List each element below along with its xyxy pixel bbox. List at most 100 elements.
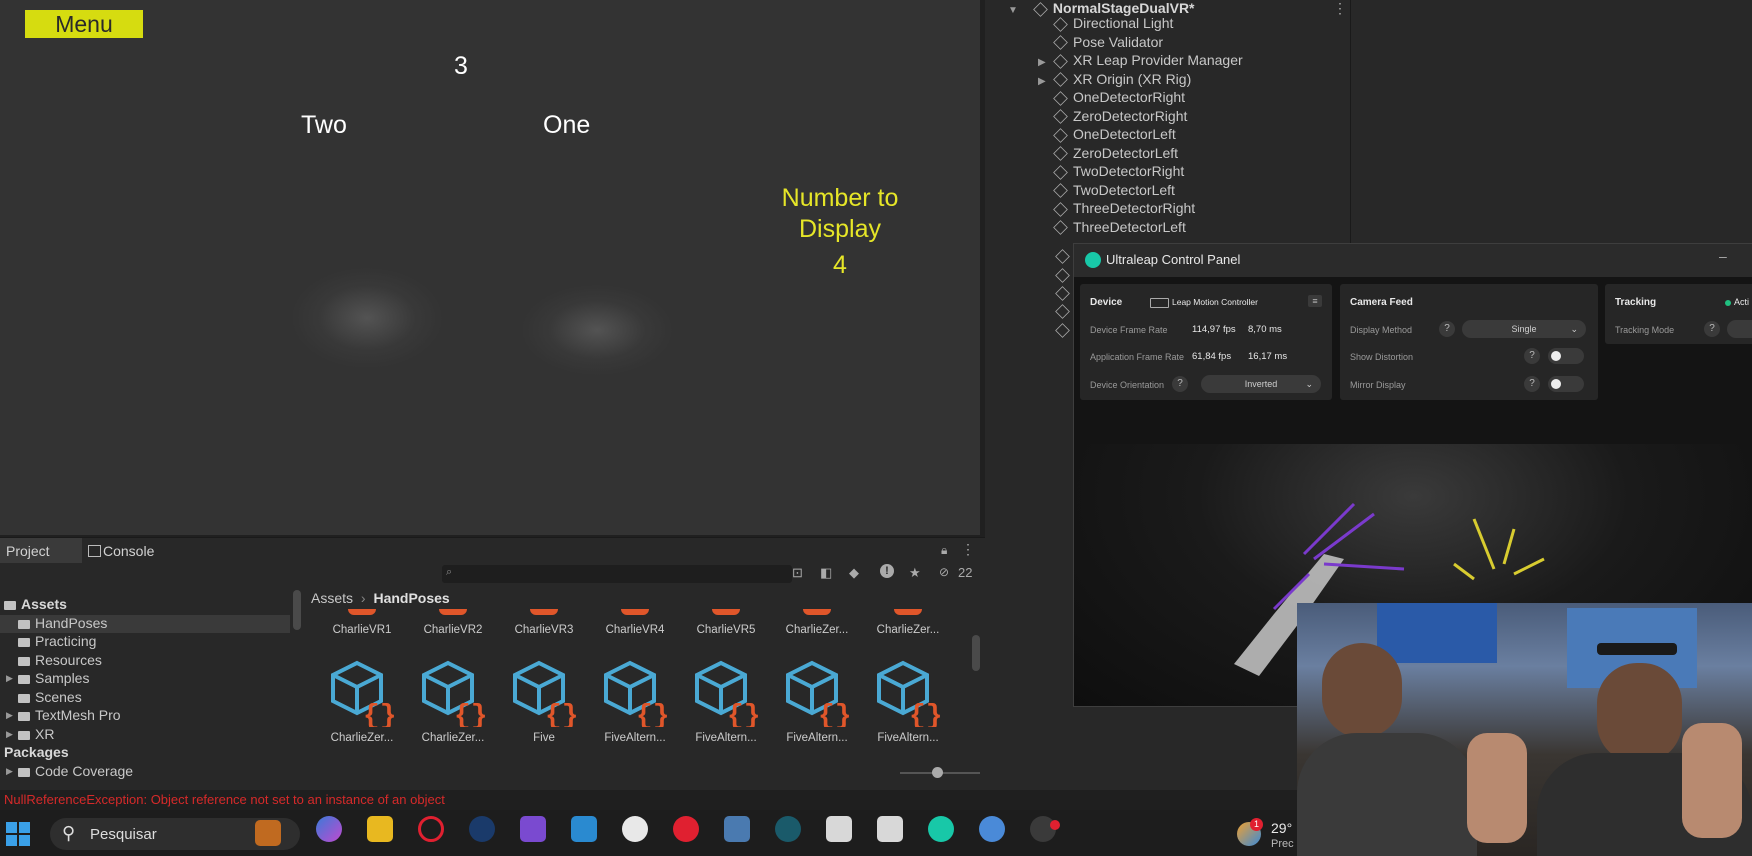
opera-icon[interactable] — [418, 816, 444, 842]
hierarchy-item[interactable]: Directional Light — [1053, 14, 1173, 32]
zoom-slider-handle[interactable] — [932, 767, 943, 778]
menu-button[interactable]: Menu — [25, 10, 143, 38]
tree-item[interactable]: ▶ Code Coverage — [6, 763, 133, 779]
hierarchy-item[interactable]: TwoDetectorRight — [1053, 162, 1184, 180]
breadcrumb-handposes[interactable]: HandPoses — [373, 590, 449, 606]
tree-item[interactable]: ▶ Samples — [6, 670, 89, 686]
discord-icon[interactable] — [979, 816, 1005, 842]
show-distortion-help-icon[interactable]: ? — [1524, 348, 1540, 364]
show-distortion-toggle[interactable] — [1548, 348, 1584, 364]
device-menu-icon[interactable]: ≡ — [1308, 295, 1322, 307]
chevron-right-icon[interactable]: ▶ — [6, 729, 13, 740]
hierarchy-item[interactable]: TwoDetectorLeft — [1053, 181, 1175, 199]
script-asset-icon[interactable] — [439, 609, 467, 615]
asset-name[interactable]: CharlieVR4 — [593, 624, 677, 636]
copilot-icon[interactable] — [316, 816, 342, 842]
display-method-select[interactable]: Single ⌄ — [1462, 320, 1586, 338]
ultraleap-taskbar-icon[interactable] — [928, 816, 954, 842]
scriptable-object-icon[interactable]: {} — [509, 657, 579, 727]
tree-item[interactable]: HandPoses — [18, 615, 107, 631]
asset-name[interactable]: CharlieZer... — [866, 624, 950, 636]
script-asset-icon[interactable] — [348, 609, 376, 615]
mirror-display-help-icon[interactable]: ? — [1524, 376, 1540, 392]
orientation-select[interactable]: Inverted ⌄ — [1201, 375, 1321, 393]
tree-scrollbar[interactable] — [293, 590, 301, 630]
tree-item[interactable]: Scenes — [18, 689, 82, 705]
asset-name[interactable]: FiveAltern... — [775, 732, 859, 744]
search-input[interactable]: ⌕ — [442, 565, 792, 583]
star-icon[interactable]: ★ — [909, 565, 921, 581]
asset-name[interactable]: CharlieZer... — [775, 624, 859, 636]
photos-icon[interactable] — [571, 816, 597, 842]
tree-item[interactable]: ▶ TextMesh Pro — [6, 707, 121, 723]
image-viewer-icon[interactable] — [724, 816, 750, 842]
error-message[interactable]: NullReferenceException: Object reference… — [4, 792, 445, 807]
scriptable-object-icon[interactable]: {} — [418, 657, 488, 727]
obs-icon[interactable] — [622, 816, 648, 842]
steam-icon[interactable] — [469, 816, 495, 842]
asset-name[interactable]: FiveAltern... — [684, 732, 768, 744]
hierarchy-item[interactable]: Pose Validator — [1053, 33, 1163, 51]
scriptable-object-icon[interactable]: {} — [873, 657, 943, 727]
display-method-help-icon[interactable]: ? — [1439, 321, 1455, 337]
asset-name[interactable]: CharlieVR1 — [320, 624, 404, 636]
asset-name[interactable]: CharlieZer... — [320, 732, 404, 744]
news-widget-icon[interactable] — [255, 820, 281, 846]
asset-scrollbar[interactable] — [972, 635, 980, 671]
script-asset-icon[interactable] — [803, 609, 831, 615]
script-asset-icon[interactable] — [621, 609, 649, 615]
hierarchy-item[interactable]: ZeroDetectorRight — [1053, 107, 1187, 125]
ultraleap-titlebar[interactable]: Ultraleap Control Panel – — [1074, 244, 1752, 277]
orientation-help-icon[interactable]: ? — [1172, 376, 1188, 392]
tracking-mode-help-icon[interactable]: ? — [1704, 321, 1720, 337]
asset-name[interactable]: Five — [502, 732, 586, 744]
label-filter-icon[interactable]: ◆ — [849, 565, 859, 581]
chevron-right-icon[interactable]: ▶ — [1038, 73, 1046, 91]
asset-name[interactable]: CharlieZer... — [411, 732, 495, 744]
type-filter-icon[interactable]: ◧ — [820, 565, 832, 581]
meta-quest-icon[interactable] — [775, 816, 801, 842]
asset-name[interactable]: CharlieVR2 — [411, 624, 495, 636]
asset-name[interactable]: FiveAltern... — [866, 732, 950, 744]
unity-hub-icon[interactable] — [826, 816, 852, 842]
minimize-icon[interactable]: – — [1719, 248, 1727, 264]
tree-item[interactable]: Packages — [4, 744, 69, 760]
script-asset-icon[interactable] — [712, 609, 740, 615]
hierarchy-item[interactable]: ThreeDetectorLeft — [1053, 218, 1186, 236]
scriptable-object-icon[interactable]: {} — [782, 657, 852, 727]
asset-name[interactable]: FiveAltern... — [593, 732, 677, 744]
tracking-mode-select[interactable] — [1727, 320, 1752, 338]
visual-studio-icon[interactable] — [520, 816, 546, 842]
lock-icon[interactable]: 🔒︎ — [941, 543, 947, 558]
chevron-right-icon[interactable]: ▶ — [6, 766, 13, 777]
tree-item[interactable]: Assets — [4, 596, 67, 612]
tree-item[interactable]: Practicing — [18, 633, 96, 649]
hierarchy-item[interactable]: ▶ XR Leap Provider Manager — [1038, 51, 1243, 69]
tree-item[interactable]: Resources — [18, 652, 102, 668]
hierarchy-item[interactable]: ZeroDetectorLeft — [1053, 144, 1178, 162]
asset-name[interactable]: CharlieVR3 — [502, 624, 586, 636]
warning-filter-icon[interactable]: ! — [880, 564, 894, 578]
scriptable-object-icon[interactable]: {} — [327, 657, 397, 727]
chevron-down-icon[interactable]: ▼ — [1008, 5, 1018, 16]
windows-start-icon[interactable] — [6, 822, 30, 846]
breadcrumb-assets[interactable]: Assets — [311, 590, 353, 606]
hierarchy-item[interactable]: ThreeDetectorRight — [1053, 199, 1195, 217]
script-asset-icon[interactable] — [530, 609, 558, 615]
asset-name[interactable]: CharlieVR5 — [684, 624, 768, 636]
scene-menu-icon[interactable]: ⋮ — [1333, 0, 1347, 17]
hierarchy-item[interactable]: OneDetectorRight — [1053, 88, 1185, 106]
media-player-icon[interactable] — [673, 816, 699, 842]
chevron-right-icon[interactable]: ▶ — [1038, 54, 1046, 72]
mirror-display-toggle[interactable] — [1548, 376, 1584, 392]
scriptable-object-icon[interactable]: {} — [600, 657, 670, 727]
game-view[interactable]: Menu 3 Two One Number to Display 4 — [0, 0, 980, 535]
chevron-right-icon[interactable]: ▶ — [6, 673, 13, 684]
chevron-right-icon[interactable]: ▶ — [6, 710, 13, 721]
scene-search-icon[interactable]: ⊡ — [792, 565, 803, 581]
script-asset-icon[interactable] — [894, 609, 922, 615]
hierarchy-item[interactable]: OneDetectorLeft — [1053, 125, 1176, 143]
tree-item[interactable]: ▶ XR — [6, 726, 54, 742]
scriptable-object-icon[interactable]: {} — [691, 657, 761, 727]
file-explorer-icon[interactable] — [367, 816, 393, 842]
